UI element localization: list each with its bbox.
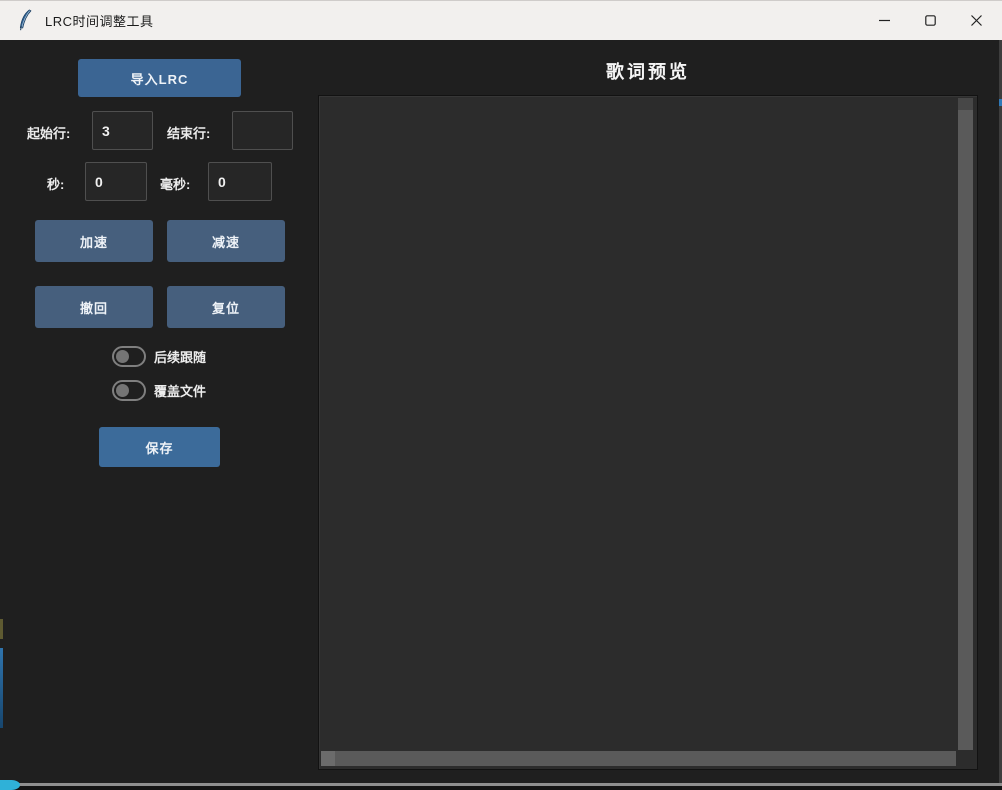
decelerate-button[interactable]: 减速: [167, 220, 285, 262]
desktop-edge-sliver: [0, 648, 3, 728]
preview-title: 歌词预览: [318, 58, 978, 84]
maximize-icon: [925, 15, 936, 26]
taskbar-edge: [0, 786, 1002, 790]
window-controls: [861, 0, 999, 40]
seconds-input[interactable]: [85, 162, 147, 201]
follow-toggle-label: 后续跟随: [154, 347, 206, 366]
vertical-scrollbar-cap: [958, 98, 973, 110]
end-line-label: 结束行:: [167, 123, 210, 142]
python-feather-icon: [17, 9, 34, 31]
taskbar-accent: [0, 780, 20, 790]
seconds-label: 秒:: [47, 174, 64, 193]
horizontal-scrollbar[interactable]: [321, 751, 956, 766]
save-button[interactable]: 保存: [99, 427, 220, 467]
toggle-off-icon: [112, 346, 146, 367]
lyrics-preview-area[interactable]: [318, 95, 978, 770]
follow-toggle[interactable]: 后续跟随: [112, 346, 206, 367]
vertical-scrollbar[interactable]: [958, 98, 973, 750]
toggle-off-icon: [112, 380, 146, 401]
undo-button[interactable]: 撤回: [35, 286, 153, 328]
window-title: LRC时间调整工具: [45, 11, 154, 30]
overwrite-toggle-label: 覆盖文件: [154, 381, 206, 400]
milliseconds-label: 毫秒:: [160, 174, 190, 193]
overwrite-toggle[interactable]: 覆盖文件: [112, 380, 206, 401]
accelerate-button[interactable]: 加速: [35, 220, 153, 262]
reset-button[interactable]: 复位: [167, 286, 285, 328]
milliseconds-input[interactable]: [208, 162, 272, 201]
horizontal-scrollbar-cap: [321, 751, 335, 766]
close-button[interactable]: [953, 0, 999, 40]
close-icon: [971, 15, 982, 26]
lyrics-preview-text[interactable]: [323, 99, 953, 745]
titlebar[interactable]: LRC时间调整工具: [0, 0, 1002, 40]
start-line-input[interactable]: [92, 111, 153, 150]
window-top-edge: [0, 0, 1002, 1]
minimize-icon: [879, 15, 890, 26]
end-line-input[interactable]: [232, 111, 293, 150]
app-window: LRC时间调整工具 导入LRC 起始行: 结束行: 秒: 毫秒: 加速 减速 撤…: [0, 0, 1002, 790]
import-lrc-button[interactable]: 导入LRC: [78, 59, 241, 97]
maximize-button[interactable]: [907, 0, 953, 40]
start-line-label: 起始行:: [27, 123, 70, 142]
minimize-button[interactable]: [861, 0, 907, 40]
desktop-edge-sliver: [0, 619, 3, 639]
